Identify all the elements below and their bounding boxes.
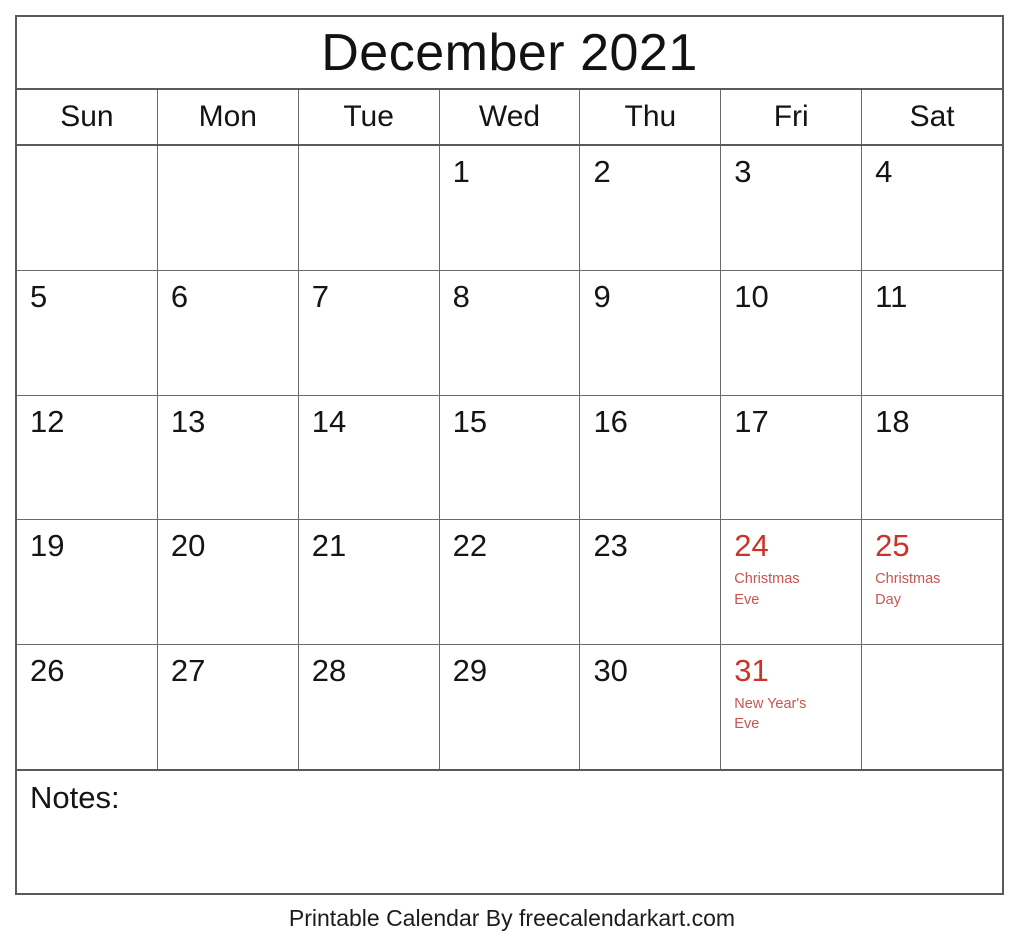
- day-number: 19: [30, 528, 65, 564]
- weekday-header-mon: Mon: [157, 90, 299, 144]
- day-number: 25: [875, 528, 910, 564]
- day-number: 15: [452, 403, 488, 439]
- weekday-header-thu: Thu: [580, 90, 722, 144]
- day-number: 4: [875, 154, 893, 189]
- day-number: 13: [170, 403, 206, 439]
- weekday-label: Mon: [198, 100, 257, 133]
- day-cell[interactable]: 13: [157, 395, 299, 520]
- day-cell[interactable]: 11: [862, 270, 1003, 395]
- week-row: 1 2 3 4: [17, 146, 1003, 271]
- day-cell[interactable]: [157, 146, 299, 270]
- day-number: 11: [875, 278, 908, 314]
- weekday-header-sat: Sat: [862, 90, 1003, 144]
- day-cell[interactable]: 22: [439, 520, 581, 645]
- day-cell[interactable]: 1: [439, 146, 581, 270]
- weekday-label: Thu: [624, 100, 677, 133]
- weekday-header-fri: Fri: [721, 90, 863, 144]
- weekday-header-tue: Tue: [298, 90, 440, 144]
- day-cell[interactable]: 10: [721, 270, 863, 395]
- day-cell[interactable]: 21: [298, 520, 440, 645]
- page-title: December 2021: [321, 23, 698, 82]
- weeks-grid: 1 2 3 4 5 6 7 8 9 10 11 12 13 14 15 16 1…: [17, 146, 1003, 771]
- day-number: 12: [30, 403, 65, 439]
- day-cell[interactable]: 5: [17, 270, 158, 395]
- day-cell[interactable]: 19: [17, 520, 158, 645]
- day-cell[interactable]: 16: [580, 395, 722, 520]
- day-cell[interactable]: 29: [439, 645, 581, 769]
- day-number: 17: [734, 403, 769, 439]
- day-number: 9: [593, 278, 611, 314]
- day-number: 30: [593, 653, 628, 689]
- day-number: 5: [30, 278, 48, 314]
- weekday-header-wed: Wed: [439, 90, 581, 144]
- day-number: 29: [452, 653, 488, 689]
- day-cell-holiday[interactable]: 25 Christmas Day: [862, 520, 1003, 645]
- day-event: Christmas Day: [875, 571, 941, 608]
- day-cell[interactable]: 28: [298, 645, 440, 769]
- day-cell[interactable]: 6: [157, 270, 299, 395]
- day-number: 10: [734, 278, 769, 314]
- day-number: 27: [170, 653, 206, 689]
- day-number: 7: [311, 278, 329, 314]
- day-cell-holiday[interactable]: 24 Christmas Eve: [721, 520, 863, 645]
- day-cell[interactable]: 8: [439, 270, 581, 395]
- day-cell[interactable]: 18: [862, 395, 1003, 520]
- day-number: 22: [452, 528, 488, 564]
- calendar-title-row: December 2021: [17, 17, 1002, 90]
- day-cell[interactable]: 23: [580, 520, 722, 645]
- weekday-label: Wed: [478, 100, 541, 133]
- day-cell[interactable]: 3: [721, 146, 863, 270]
- day-number: 23: [593, 528, 628, 564]
- day-cell[interactable]: 2: [580, 146, 722, 270]
- day-cell[interactable]: [17, 146, 158, 270]
- day-number: 28: [311, 653, 347, 689]
- day-number: 8: [452, 278, 470, 314]
- day-number: 20: [170, 528, 206, 564]
- day-cell[interactable]: 26: [17, 645, 158, 769]
- weekday-label: Sun: [60, 100, 114, 133]
- day-cell[interactable]: 14: [298, 395, 440, 520]
- weekday-header-row: Sun Mon Tue Wed Thu Fri Sat: [17, 90, 1003, 146]
- day-number: 6: [170, 278, 189, 314]
- day-cell[interactable]: 15: [439, 395, 581, 520]
- day-number: 18: [875, 403, 910, 439]
- day-number: 16: [593, 403, 628, 439]
- week-row: 26 27 28 29 30 31 New Year's Eve: [17, 645, 1003, 771]
- day-cell[interactable]: [862, 645, 1003, 769]
- day-cell[interactable]: 4: [862, 146, 1003, 270]
- day-number: 2: [593, 154, 611, 189]
- day-number: 1: [452, 154, 470, 189]
- day-cell[interactable]: 17: [721, 395, 863, 520]
- day-cell-holiday[interactable]: 31 New Year's Eve: [721, 645, 863, 769]
- day-number: 21: [311, 528, 347, 564]
- week-row: 12 13 14 15 16 17 18: [17, 395, 1003, 521]
- day-number: 3: [734, 154, 752, 189]
- week-row: 5 6 7 8 9 10 11: [17, 270, 1003, 396]
- weekday-label: Sat: [909, 100, 955, 133]
- day-cell[interactable]: 9: [580, 270, 722, 395]
- weekday-label: Tue: [343, 100, 394, 133]
- day-number: 31: [734, 653, 769, 689]
- day-cell[interactable]: 30: [580, 645, 722, 769]
- day-cell[interactable]: 20: [157, 520, 299, 645]
- day-event: Christmas Eve: [734, 571, 800, 608]
- day-cell[interactable]: 7: [298, 270, 440, 395]
- weekday-header-sun: Sun: [17, 90, 158, 144]
- day-cell[interactable]: [298, 146, 440, 270]
- day-cell[interactable]: 27: [157, 645, 299, 769]
- footer-credit: Printable Calendar By freecalendarkart.c…: [288, 905, 736, 931]
- weekday-label: Fri: [773, 100, 809, 133]
- notes-section[interactable]: Notes:: [17, 771, 1002, 893]
- day-number: 26: [30, 653, 65, 689]
- calendar-page: December 2021 Sun Mon Tue Wed Thu Fri Sa…: [0, 0, 1024, 944]
- week-row: 19 20 21 22 23 24 Christmas Eve 25 Chris…: [17, 520, 1003, 646]
- notes-label: Notes:: [30, 780, 120, 815]
- day-event: New Year's Eve: [734, 695, 807, 733]
- day-number: 14: [311, 403, 347, 439]
- day-cell[interactable]: 12: [17, 395, 158, 520]
- calendar-frame: December 2021 Sun Mon Tue Wed Thu Fri Sa…: [15, 15, 1004, 895]
- day-number: 24: [734, 528, 769, 564]
